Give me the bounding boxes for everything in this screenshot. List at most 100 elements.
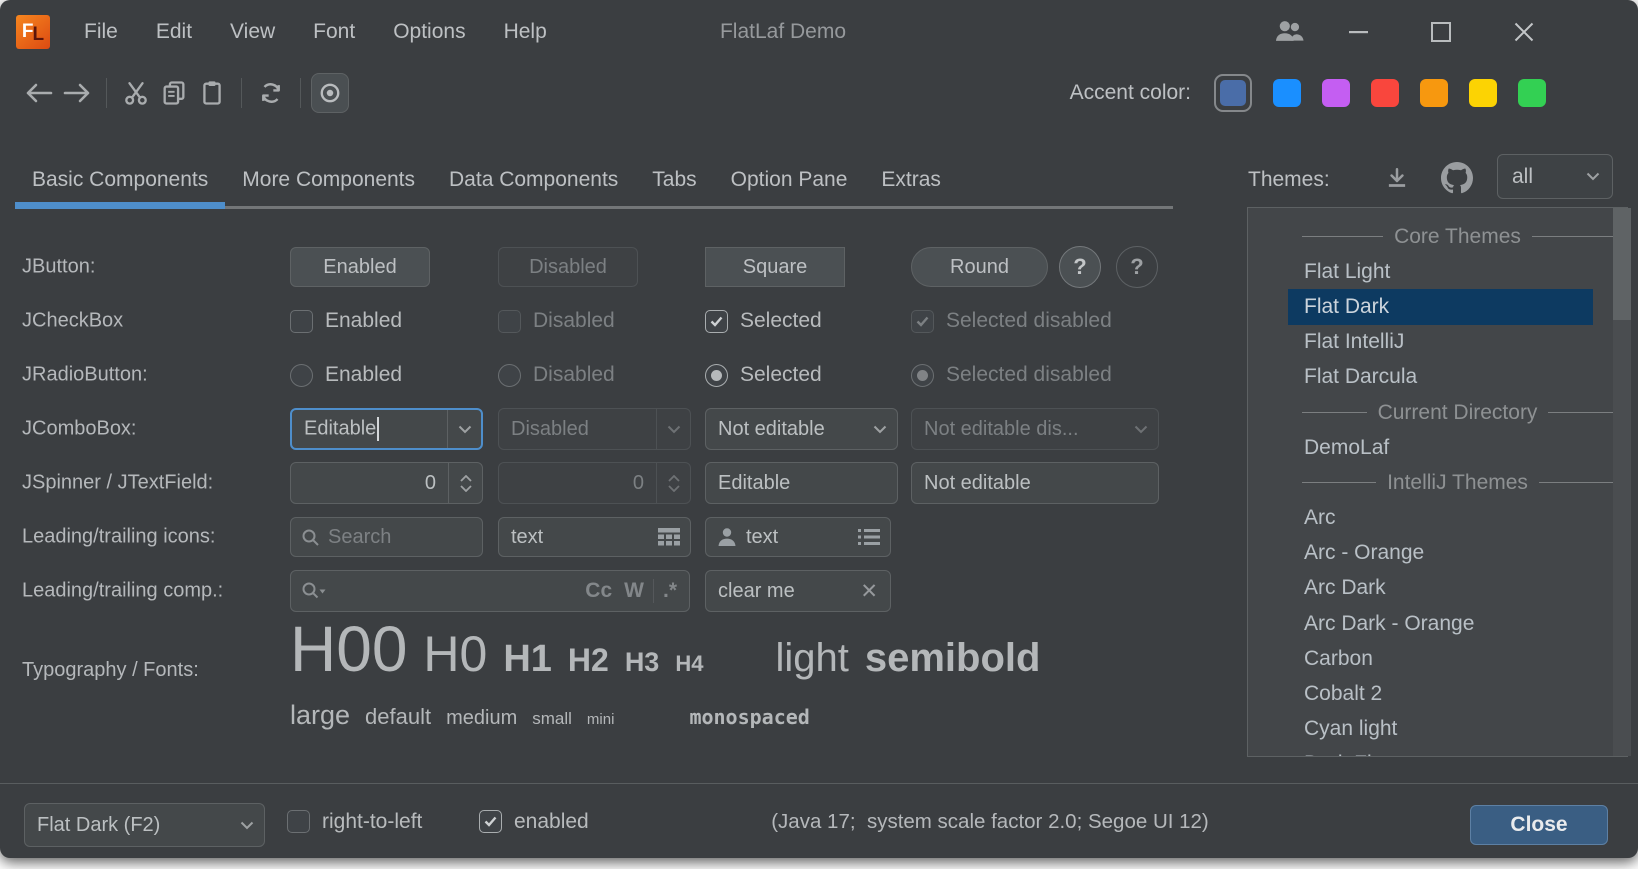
search-with-options-field[interactable]: Cc W .* (290, 570, 690, 612)
round-button[interactable]: Round (911, 247, 1048, 287)
checkbox-checked-icon[interactable] (705, 310, 728, 333)
text-field-table[interactable]: text (498, 517, 691, 557)
menu-font[interactable]: Font (313, 20, 355, 44)
combobox-value: Disabled (499, 418, 656, 441)
jspinner-row: JSpinner / JTextField: 0 0 Editable Not … (0, 456, 1180, 510)
clearable-field[interactable]: clear me ✕ (705, 570, 891, 612)
close-button[interactable]: Close (1470, 805, 1608, 845)
search-dropdown-icon[interactable] (301, 581, 327, 601)
disabled-combobox: Disabled (498, 408, 691, 450)
theme-item[interactable]: Arc (1288, 501, 1593, 536)
table-icon[interactable] (658, 528, 680, 547)
accent-swatch[interactable] (1420, 79, 1448, 107)
users-icon[interactable] (1272, 17, 1308, 47)
combobox-arrow-button[interactable] (447, 410, 481, 448)
cut-button[interactable] (117, 73, 155, 113)
theme-item[interactable]: Cyan light (1288, 712, 1593, 747)
combobox-arrow-button[interactable] (863, 409, 897, 449)
theme-item[interactable]: Carbon (1288, 641, 1593, 676)
editable-textfield[interactable]: Editable (705, 462, 898, 504)
theme-item[interactable]: Flat Darcula (1288, 360, 1593, 395)
checkbox-enabled[interactable]: Enabled (290, 309, 402, 333)
theme-item[interactable]: Cobalt 2 (1288, 676, 1593, 711)
copy-button[interactable] (155, 73, 193, 113)
list-separator: Current Directory (1288, 395, 1613, 430)
enabled-checkbox[interactable]: enabled (479, 784, 589, 858)
github-button[interactable] (1440, 161, 1474, 195)
theme-item[interactable]: Arc Dark - Orange (1288, 606, 1593, 641)
paste-button[interactable] (193, 73, 231, 113)
checkbox-checked-icon[interactable] (479, 810, 502, 833)
regex-button[interactable]: .* (663, 579, 677, 603)
show-hidden-toggle[interactable] (311, 73, 349, 113)
spinner[interactable]: 0 (290, 462, 483, 504)
themes-scrollbar[interactable] (1613, 208, 1631, 756)
refresh-button[interactable] (252, 73, 290, 113)
toolbar-separator (106, 78, 107, 108)
radio-icon[interactable] (290, 364, 313, 387)
tab-basic-components[interactable]: Basic Components (15, 150, 225, 209)
radio-selected-icon[interactable] (705, 364, 728, 387)
theme-item-selected[interactable]: Flat Dark (1288, 289, 1593, 324)
download-themes-button[interactable] (1381, 163, 1413, 195)
theme-item[interactable]: DemoLaf (1288, 430, 1593, 465)
textfield-value[interactable]: clear me (706, 580, 860, 603)
laf-combobox[interactable]: Flat Dark (F2) (24, 803, 265, 847)
menu-edit[interactable]: Edit (156, 20, 192, 44)
tab-more-components[interactable]: More Components (225, 150, 432, 209)
tab-option-pane[interactable]: Option Pane (714, 150, 865, 209)
tab-extras[interactable]: Extras (864, 150, 958, 209)
checkbox-selected[interactable]: Selected (705, 309, 822, 333)
accent-swatch[interactable] (1273, 79, 1301, 107)
menu-file[interactable]: File (84, 20, 118, 44)
accent-swatch[interactable] (1322, 79, 1350, 107)
text-field-person[interactable]: text (705, 517, 891, 557)
accent-swatch[interactable] (1220, 80, 1246, 106)
match-case-button[interactable]: Cc (585, 579, 612, 603)
clear-icon[interactable]: ✕ (860, 579, 878, 604)
accent-swatch[interactable] (1371, 79, 1399, 107)
help-button[interactable]: ? (1059, 246, 1101, 288)
menu-view[interactable]: View (230, 20, 275, 44)
minimize-button[interactable] (1346, 17, 1370, 47)
menu-help[interactable]: Help (504, 20, 547, 44)
help-button-outline[interactable]: ? (1116, 246, 1158, 288)
accent-swatch-selected[interactable] (1214, 74, 1252, 112)
close-window-button[interactable] (1512, 17, 1536, 47)
forward-button[interactable] (58, 73, 96, 113)
rtl-checkbox[interactable]: right-to-left (287, 784, 422, 858)
theme-item[interactable]: Flat Light (1288, 254, 1593, 289)
checkbox-icon[interactable] (287, 810, 310, 833)
scrollbar-thumb[interactable] (1613, 208, 1631, 320)
whole-word-button[interactable]: W (624, 579, 644, 603)
search-field[interactable]: Search (290, 517, 483, 557)
theme-item[interactable]: Arc Dark (1288, 571, 1593, 606)
theme-item[interactable]: Flat IntelliJ (1288, 325, 1593, 360)
search-placeholder[interactable]: Search (328, 526, 391, 549)
tab-data-components[interactable]: Data Components (432, 150, 635, 209)
spinner-buttons[interactable] (448, 463, 482, 503)
theme-item[interactable]: Arc - Orange (1288, 536, 1593, 571)
combobox-arrow-button[interactable] (230, 804, 264, 846)
combobox-value[interactable]: Editable (292, 417, 447, 441)
maximize-button[interactable] (1429, 17, 1453, 47)
back-button[interactable] (20, 73, 58, 113)
menu-options[interactable]: Options (393, 20, 465, 44)
accent-swatch[interactable] (1469, 79, 1497, 107)
themes-filter-combobox[interactable]: all (1497, 154, 1613, 199)
textfield-value[interactable]: text (499, 526, 658, 549)
radio-enabled[interactable]: Enabled (290, 363, 402, 387)
menu-list-icon[interactable] (858, 528, 880, 546)
checkbox-icon[interactable] (290, 310, 313, 333)
editable-combobox[interactable]: Editable (290, 408, 483, 450)
textfield-value[interactable]: text (746, 526, 858, 549)
theme-item[interactable]: Dark Flat (1288, 747, 1593, 757)
square-button[interactable]: Square (705, 247, 845, 287)
not-editable-combobox[interactable]: Not editable (705, 408, 898, 450)
tab-tabs[interactable]: Tabs (635, 150, 713, 209)
textfield-value[interactable]: Editable (706, 472, 790, 495)
enabled-button[interactable]: Enabled (290, 247, 430, 287)
spinner-value[interactable]: 0 (291, 472, 448, 495)
accent-swatch[interactable] (1518, 79, 1546, 107)
radio-selected[interactable]: Selected (705, 363, 822, 387)
